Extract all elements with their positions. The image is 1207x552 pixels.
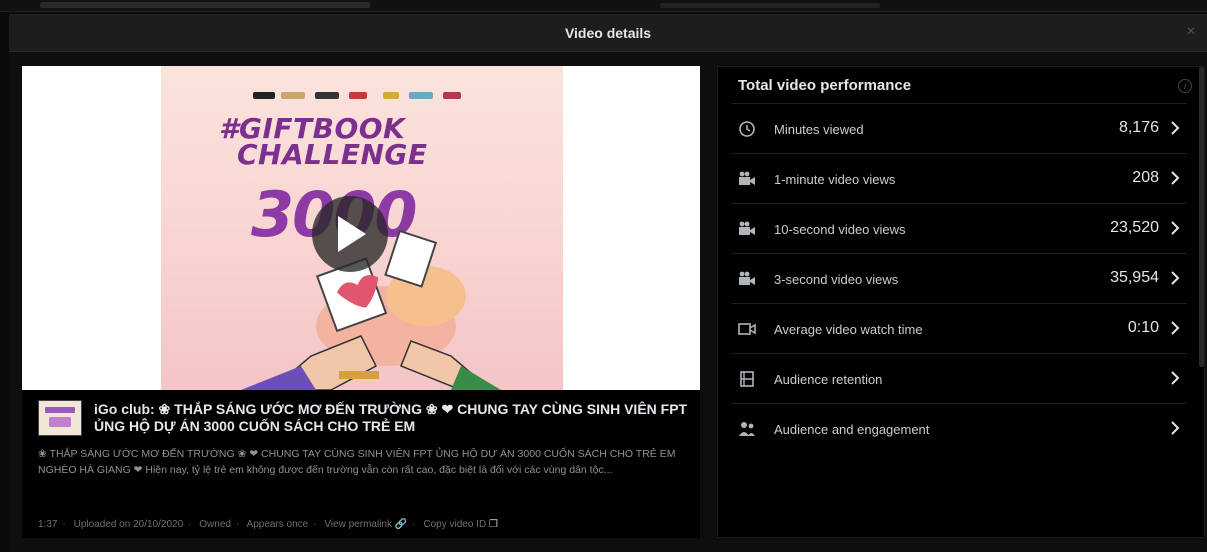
metric-row-audience-retention[interactable]: Audience retention bbox=[732, 353, 1187, 403]
scrollbar[interactable] bbox=[1199, 67, 1204, 367]
video-title: iGo club: ❀ THẮP SÁNG ƯỚC MƠ ĐẾN TRƯỜNG … bbox=[94, 401, 688, 434]
video-player[interactable]: #GIFTBOOK CHALLENGE 3000 bbox=[22, 66, 700, 390]
appearance-count: Appears once bbox=[246, 519, 309, 530]
performance-panel: Total video performance i Minutes viewed… bbox=[717, 66, 1205, 538]
chevron-right-icon bbox=[1171, 321, 1180, 335]
metric-label: Audience and engagement bbox=[774, 422, 930, 437]
background-page-text bbox=[40, 2, 370, 8]
metric-label: Minutes viewed bbox=[774, 122, 864, 137]
chevron-right-icon bbox=[1171, 271, 1180, 285]
video-description: ❀ THẮP SÁNG ƯỚC MƠ ĐẾN TRƯỜNG ❀ ❤ CHUNG … bbox=[38, 448, 676, 476]
metric-value: 0:10 bbox=[1127, 319, 1159, 336]
dialog-titlebar: Video details × bbox=[9, 14, 1207, 52]
close-icon[interactable]: × bbox=[1181, 22, 1201, 42]
play-icon bbox=[338, 216, 366, 252]
video-views-icon bbox=[739, 271, 755, 285]
metric-value: 8,176 bbox=[1118, 119, 1159, 136]
background-page-strip bbox=[0, 0, 1207, 12]
ownership-status: Owned bbox=[199, 519, 231, 530]
chevron-right-icon bbox=[1171, 421, 1180, 435]
video-footer: 1:37 · Uploaded on 20/10/2020 · Owned · App… bbox=[38, 519, 498, 530]
video-duration: 1:37 bbox=[38, 519, 58, 530]
metric-label: Audience retention bbox=[774, 372, 883, 387]
video-camera-icon bbox=[738, 323, 756, 335]
chevron-right-icon bbox=[1171, 371, 1180, 385]
chevron-right-icon bbox=[1171, 221, 1180, 235]
clock-icon bbox=[739, 121, 755, 137]
chevron-right-icon bbox=[1171, 121, 1180, 135]
metric-row-audience-engagement[interactable]: Audience and engagement bbox=[732, 403, 1187, 453]
metric-label: 10-second video views bbox=[774, 222, 906, 237]
metric-label: 1-minute video views bbox=[774, 172, 896, 187]
play-button[interactable] bbox=[312, 196, 388, 272]
video-panel: #GIFTBOOK CHALLENGE 3000 bbox=[22, 66, 700, 538]
view-permalink-link[interactable]: View permalink bbox=[324, 519, 392, 530]
upload-date: Uploaded on 20/10/2020 bbox=[73, 519, 184, 530]
chevron-right-icon bbox=[1171, 171, 1180, 185]
video-meta: iGo club: ❀ THẮP SÁNG ƯỚC MƠ ĐẾN TRƯỜNG … bbox=[22, 390, 700, 538]
performance-header: Total video performance bbox=[738, 77, 912, 94]
copy-icon[interactable]: ❐ bbox=[489, 519, 498, 530]
video-views-icon bbox=[739, 221, 755, 235]
metric-value: 35,954 bbox=[1110, 269, 1159, 286]
metric-row-10-second-views[interactable]: 10-second video views 23,520 bbox=[732, 203, 1187, 253]
people-icon bbox=[739, 422, 755, 436]
video-details-dialog: Video details × #GIFTBOOK CHALLENGE iGo … bbox=[9, 14, 1207, 552]
background-page-text bbox=[660, 3, 880, 8]
film-strip-icon bbox=[740, 371, 754, 387]
video-views-icon bbox=[739, 171, 755, 185]
metric-value: 208 bbox=[1132, 169, 1159, 186]
metric-label: Average video watch time bbox=[774, 322, 923, 337]
link-icon: 🔗 bbox=[394, 519, 408, 530]
dialog-title: Video details bbox=[564, 25, 652, 41]
metric-row-average-watch-time[interactable]: Average video watch time 0:10 bbox=[732, 303, 1187, 353]
video-thumbnail bbox=[38, 400, 82, 436]
metric-value: 23,520 bbox=[1110, 219, 1159, 236]
metric-row-minutes-viewed[interactable]: Minutes viewed 8,176 bbox=[732, 103, 1187, 153]
info-icon[interactable]: i bbox=[1178, 79, 1192, 93]
metric-label: 3-second video views bbox=[774, 272, 899, 287]
metric-row-1-minute-views[interactable]: 1-minute video views 208 bbox=[732, 153, 1187, 203]
copy-video-id-link[interactable]: Copy video ID bbox=[423, 519, 486, 530]
metric-row-3-second-views[interactable]: 3-second video views 35,954 bbox=[732, 253, 1187, 303]
